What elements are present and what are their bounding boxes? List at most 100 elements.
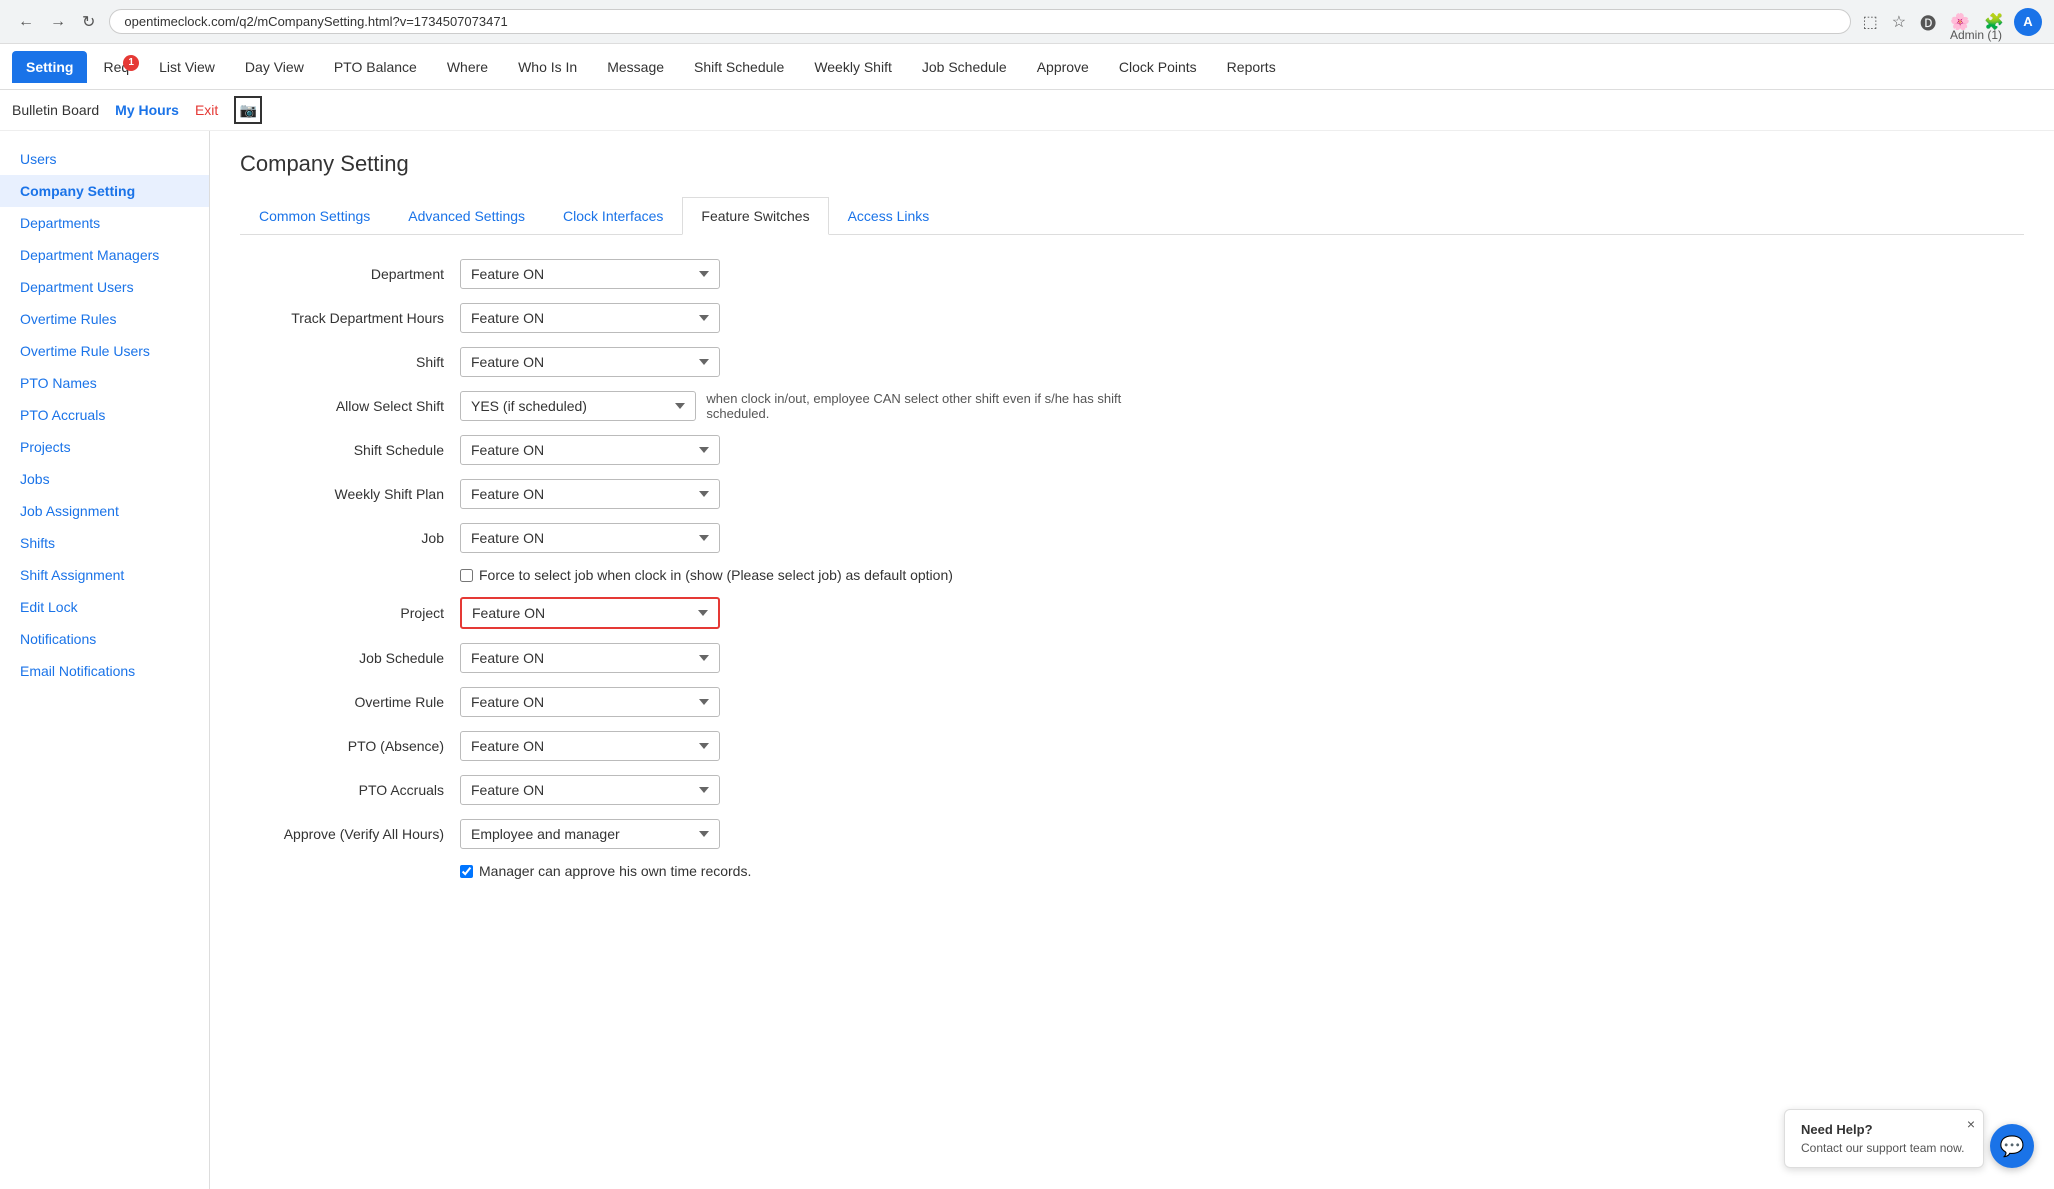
form-label-job-schedule: Job Schedule	[240, 650, 460, 666]
top-nav-item-clock-points[interactable]: Clock Points	[1105, 51, 1211, 83]
form-row-job: JobFeature ONFeature OFF	[240, 523, 1140, 553]
form-row-job-schedule: Job ScheduleFeature ONFeature OFF	[240, 643, 1140, 673]
cast-icon[interactable]: ⬚	[1859, 8, 1882, 36]
sidebar-item-shifts[interactable]: Shifts	[0, 527, 209, 559]
form-select-pto-absence[interactable]: Feature ONFeature OFF	[460, 731, 720, 761]
tab-access-links[interactable]: Access Links	[829, 197, 949, 235]
top-nav-item-reports[interactable]: Reports	[1213, 51, 1290, 83]
job-checkbox-row: Force to select job when clock in (show …	[460, 567, 1140, 583]
admin-label: Admin (1)	[1950, 28, 2002, 42]
form-select-allow-select-shift[interactable]: YES (if scheduled)YES (always)NO	[460, 391, 696, 421]
top-nav-item-list-view[interactable]: List View	[145, 51, 229, 83]
form-label-track-dept-hours: Track Department Hours	[240, 310, 460, 326]
sidebar-item-shift-assignment[interactable]: Shift Assignment	[0, 559, 209, 591]
manager-checkbox[interactable]	[460, 865, 473, 878]
form-row-approve: Approve (Verify All Hours)Employee and m…	[240, 819, 1140, 849]
star-icon[interactable]: ☆	[1888, 8, 1910, 36]
browser-bar: ← → ↻ opentimeclock.com/q2/mCompanySetti…	[0, 0, 2054, 44]
help-widget-subtitle: Contact our support team now.	[1801, 1141, 1967, 1155]
main-layout: UsersCompany SettingDepartmentsDepartmen…	[0, 131, 2054, 1189]
form-select-weekly-shift-plan[interactable]: Feature ONFeature OFF	[460, 479, 720, 509]
top-nav-item-where[interactable]: Where	[433, 51, 502, 83]
form-select-project[interactable]: Feature ONFeature OFF	[460, 597, 720, 629]
sidebar-item-email-notifications[interactable]: Email Notifications	[0, 655, 209, 687]
form-select-job-schedule[interactable]: Feature ONFeature OFF	[460, 643, 720, 673]
tab-common-settings[interactable]: Common Settings	[240, 197, 389, 235]
tab-feature-switches[interactable]: Feature Switches	[682, 197, 828, 235]
second-nav-item-bulletin-board[interactable]: Bulletin Board	[12, 102, 99, 118]
browser-nav-buttons: ← → ↻	[12, 10, 101, 34]
form-row-allow-select-shift: Allow Select ShiftYES (if scheduled)YES …	[240, 391, 1140, 421]
form-select-shift[interactable]: Feature ONFeature OFF	[460, 347, 720, 377]
form-select-pto-accruals[interactable]: Feature ONFeature OFF	[460, 775, 720, 805]
form-label-shift-schedule: Shift Schedule	[240, 442, 460, 458]
sidebar-item-departments[interactable]: Departments	[0, 207, 209, 239]
form-select-overtime-rule[interactable]: Feature ONFeature OFF	[460, 687, 720, 717]
reload-button[interactable]: ↻	[76, 10, 101, 34]
form-row-track-dept-hours: Track Department HoursFeature ONFeature …	[240, 303, 1140, 333]
clock-icon[interactable]: 📷	[234, 96, 262, 124]
top-nav-item-pto-balance[interactable]: PTO Balance	[320, 51, 431, 83]
form-row-pto-absence: PTO (Absence)Feature ONFeature OFF	[240, 731, 1140, 761]
tab-advanced-settings[interactable]: Advanced Settings	[389, 197, 544, 235]
user-avatar[interactable]: A	[2014, 8, 2042, 36]
form-row-shift-schedule: Shift ScheduleFeature ONFeature OFF	[240, 435, 1140, 465]
form-label-project: Project	[240, 605, 460, 621]
second-nav: Bulletin Board My Hours Exit 📷	[0, 90, 2054, 131]
top-nav-item-setting[interactable]: Setting	[12, 51, 87, 83]
top-nav-item-req[interactable]: Req1	[89, 51, 143, 83]
sidebar-item-projects[interactable]: Projects	[0, 431, 209, 463]
form-select-track-dept-hours[interactable]: Feature ONFeature OFF	[460, 303, 720, 333]
manager-checkbox-row: Manager can approve his own time records…	[460, 863, 1140, 879]
form-hint-allow-select-shift: when clock in/out, employee CAN select o…	[706, 391, 1140, 421]
top-nav-item-job-schedule[interactable]: Job Schedule	[908, 51, 1021, 83]
form-label-pto-absence: PTO (Absence)	[240, 738, 460, 754]
form-section: DepartmentFeature ONFeature OFFTrack Dep…	[240, 259, 1140, 879]
top-nav: SettingReq1List ViewDay ViewPTO BalanceW…	[0, 44, 2054, 90]
second-nav-item-my-hours[interactable]: My Hours	[115, 102, 179, 118]
sidebar-item-edit-lock[interactable]: Edit Lock	[0, 591, 209, 623]
address-bar[interactable]: opentimeclock.com/q2/mCompanySetting.htm…	[109, 9, 1850, 34]
form-row-pto-accruals: PTO AccrualsFeature ONFeature OFF	[240, 775, 1140, 805]
extension-icon-1[interactable]: 🅓	[1916, 6, 1940, 38]
job-checkbox[interactable]	[460, 569, 473, 582]
form-select-department[interactable]: Feature ONFeature OFF	[460, 259, 720, 289]
job-checkbox-label: Force to select job when clock in (show …	[479, 567, 953, 583]
sidebar-item-jobs[interactable]: Jobs	[0, 463, 209, 495]
sidebar-item-pto-accruals[interactable]: PTO Accruals	[0, 399, 209, 431]
chat-bubble-button[interactable]: 💬	[1990, 1124, 2034, 1168]
top-nav-item-who-is-in[interactable]: Who Is In	[504, 51, 591, 83]
sidebar-item-department-managers[interactable]: Department Managers	[0, 239, 209, 271]
sidebar-item-overtime-rule-users[interactable]: Overtime Rule Users	[0, 335, 209, 367]
help-close-button[interactable]: ×	[1967, 1116, 1975, 1132]
page-title: Company Setting	[240, 151, 2024, 177]
tab-clock-interfaces[interactable]: Clock Interfaces	[544, 197, 682, 235]
second-nav-item-exit[interactable]: Exit	[195, 102, 218, 118]
form-row-weekly-shift-plan: Weekly Shift PlanFeature ONFeature OFF	[240, 479, 1140, 509]
form-select-job[interactable]: Feature ONFeature OFF	[460, 523, 720, 553]
sidebar-item-pto-names[interactable]: PTO Names	[0, 367, 209, 399]
top-nav-item-weekly-shift[interactable]: Weekly Shift	[800, 51, 906, 83]
sidebar-item-overtime-rules[interactable]: Overtime Rules	[0, 303, 209, 335]
form-label-pto-accruals: PTO Accruals	[240, 782, 460, 798]
form-label-overtime-rule: Overtime Rule	[240, 694, 460, 710]
sidebar-item-department-users[interactable]: Department Users	[0, 271, 209, 303]
manager-checkbox-label: Manager can approve his own time records…	[479, 863, 751, 879]
form-label-weekly-shift-plan: Weekly Shift Plan	[240, 486, 460, 502]
top-nav-item-approve[interactable]: Approve	[1023, 51, 1103, 83]
back-button[interactable]: ←	[12, 10, 40, 34]
form-label-job: Job	[240, 530, 460, 546]
forward-button[interactable]: →	[44, 10, 72, 34]
form-label-department: Department	[240, 266, 460, 282]
sidebar-item-job-assignment[interactable]: Job Assignment	[0, 495, 209, 527]
top-nav-item-message[interactable]: Message	[593, 51, 678, 83]
form-select-shift-schedule[interactable]: Feature ONFeature OFF	[460, 435, 720, 465]
sidebar-item-notifications[interactable]: Notifications	[0, 623, 209, 655]
form-label-approve: Approve (Verify All Hours)	[240, 826, 460, 842]
top-nav-item-shift-schedule[interactable]: Shift Schedule	[680, 51, 798, 83]
form-select-approve[interactable]: Employee and managerManager onlyEmployee…	[460, 819, 720, 849]
sidebar-item-company-setting[interactable]: Company Setting	[0, 175, 209, 207]
sidebar-item-users[interactable]: Users	[0, 143, 209, 175]
badge-req: 1	[123, 55, 139, 71]
top-nav-item-day-view[interactable]: Day View	[231, 51, 318, 83]
